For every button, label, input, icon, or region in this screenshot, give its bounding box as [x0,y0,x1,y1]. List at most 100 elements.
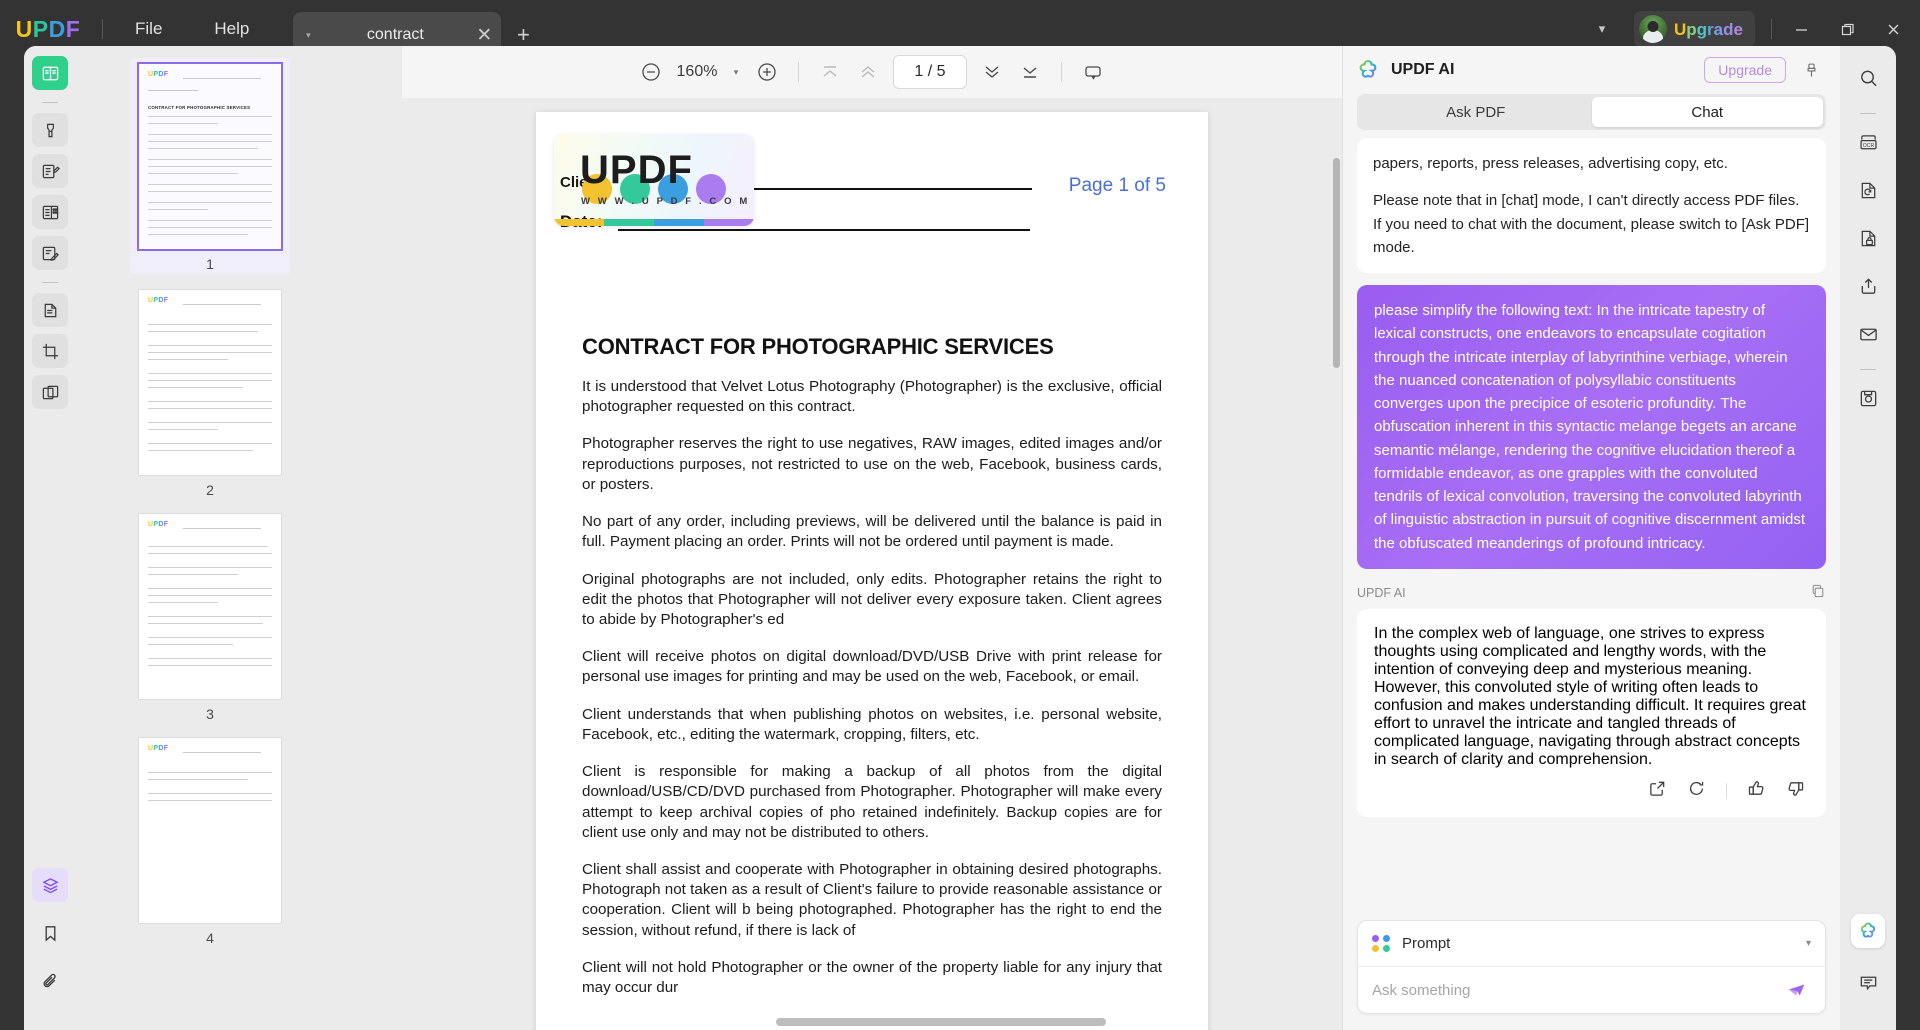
thumbnail-preview: UPDF CONTRACT FOR PHOTOGRAPHIC SERVICES [139,64,281,249]
tab-chat[interactable]: Chat [1592,97,1824,127]
sidebar-item-reader[interactable] [32,56,68,90]
ai-upgrade-button[interactable]: Upgrade [1704,57,1786,83]
toolbar-divider [798,62,799,82]
vertical-scrollbar[interactable] [1333,158,1340,878]
document-paragraph: Client is responsible for making a backu… [582,762,1162,843]
rail-ocr[interactable]: OCR [1849,124,1887,160]
chevron-down-icon[interactable]: ▾ [1806,938,1811,949]
rail-divider-2 [42,282,58,283]
thumbnail-logo: UPDF [148,745,168,752]
ai-mode-tabs: Ask PDF Chat [1357,94,1826,130]
first-page-button[interactable] [811,53,849,91]
thumbs-down-icon[interactable] [1786,779,1805,803]
page-indicator[interactable]: 1 / 5 [893,55,967,89]
logo-letter-d: D [49,16,66,42]
document-paragraph: Client will not hold Photographer or the… [582,958,1162,998]
rail-email[interactable] [1849,316,1887,352]
prompt-label: Prompt [1402,935,1450,952]
document-paragraph: Client will receive photos on digital do… [582,647,1162,687]
next-page-button[interactable] [973,53,1011,91]
ai-conversation[interactable]: papers, reports, press releases, adverti… [1343,136,1840,920]
toolbar-divider-2 [1061,62,1062,82]
rail-protect[interactable] [1849,220,1887,256]
sidebar-item-page-edit[interactable] [32,195,68,229]
logo-letter-u: U [16,16,33,42]
ai-response-card: In the complex web of language, one stri… [1357,609,1826,817]
sidebar-item-attachments[interactable] [32,964,68,998]
sidebar-item-edit-pdf[interactable] [32,154,68,188]
prev-page-button[interactable] [849,53,887,91]
thumbnail-logo: UPDF [148,521,168,528]
sidebar-item-compare[interactable] [32,375,68,409]
left-rail-bottom [24,868,76,1012]
external-link-icon[interactable] [1648,779,1667,803]
thumbnail-pane[interactable]: UPDF CONTRACT FOR PHOTOGRAPHIC SERVICES … [76,46,402,1030]
zoom-out-button[interactable] [632,53,670,91]
chevron-down-icon[interactable]: ▾ [724,55,748,89]
actions-divider [1726,783,1727,799]
ai-panel: UPDF AI Upgrade Ask PDF Chat papers, rep… [1342,46,1840,1030]
ai-panel-header: UPDF AI Upgrade [1343,46,1840,94]
svg-text:OCR: OCR [1862,142,1874,148]
ai-response-actions [1374,769,1809,809]
thumbnail-logo: UPDF [148,297,168,304]
thumbnail-page-4[interactable]: UPDF 4 [130,738,290,946]
sidebar-item-bookmarks[interactable] [32,916,68,950]
rail-convert[interactable] [1849,172,1887,208]
updf-window: UPDF File Help ▾ contract ✕ + ▾ Upgrade [0,0,1920,1030]
document-paragraph: Original photographs are not included, o… [582,570,1162,631]
rail-comments[interactable] [1849,964,1887,1000]
horizontal-scrollbar[interactable] [776,1018,1342,1026]
ask-input[interactable] [1372,982,1783,999]
last-page-button[interactable] [1011,53,1049,91]
logo-letter-p: P [33,16,49,42]
sidebar-item-comment[interactable] [32,113,68,147]
page-canvas[interactable]: Client: Page 1 of 5 UPDF W W W . U P D F… [402,98,1342,1030]
thumbnail-preview: UPDF [139,738,281,923]
rail-save[interactable] [1849,380,1887,416]
pin-icon[interactable] [1796,62,1826,79]
close-icon[interactable]: ✕ [467,24,501,47]
sidebar-item-layers[interactable] [32,868,68,902]
ask-row [1358,967,1825,1013]
zoom-in-button[interactable] [748,53,786,91]
thumbnail-page-1[interactable]: UPDF CONTRACT FOR PHOTOGRAPHIC SERVICES … [130,58,290,274]
scrollbar-thumb[interactable] [1333,158,1340,368]
user-message: please simplify the following text: In t… [1357,285,1826,569]
scrollbar-thumb[interactable] [776,1018,1106,1026]
thumbnail-preview: UPDF [139,514,281,699]
watermark-url: W W W . U P D F . C O M [581,196,750,207]
chevron-down-icon[interactable]: ▾ [293,30,323,41]
sidebar-item-crop[interactable] [32,334,68,368]
document-page-of: Page 1 of 5 [1069,175,1166,197]
zoom-level[interactable]: 160% [670,63,724,81]
ai-clover-icon [1355,57,1381,83]
avatar[interactable] [1639,15,1667,43]
send-icon[interactable] [1783,976,1811,1004]
thumbnail-page-2[interactable]: UPDF 2 [130,290,290,498]
refresh-icon[interactable] [1687,779,1706,803]
rail-share[interactable] [1849,268,1887,304]
document-paragraph: It is understood that Velvet Lotus Photo… [582,377,1162,417]
ai-response-text: In the complex web of language, one stri… [1374,625,1809,769]
thumbnail-page-3[interactable]: UPDF 3 [130,514,290,722]
rail-ai-assistant[interactable] [1851,914,1885,948]
tab-ask-pdf[interactable]: Ask PDF [1360,97,1592,127]
titlebar-divider [102,19,103,39]
prompt-selector[interactable]: Prompt ▾ [1358,921,1825,967]
copy-icon[interactable] [1810,583,1826,604]
watermark-letters: UPDF [580,148,693,193]
page-layout-button[interactable] [1074,53,1112,91]
thumbnail-logo: UPDF [148,71,168,78]
ai-panel-title: UPDF AI [1391,61,1454,79]
document-tab-title: contract [323,26,467,44]
thumbs-up-icon[interactable] [1747,779,1766,803]
sidebar-item-form[interactable] [32,236,68,270]
titlebar-divider-2 [1771,19,1772,39]
sidebar-item-convert[interactable] [32,293,68,327]
rail-search[interactable] [1849,60,1887,96]
upgrade-button[interactable]: Upgrade [1634,11,1755,47]
ai-clover-icon [1857,920,1879,942]
document-paragraph: No part of any order, including previews… [582,512,1162,552]
document-paragraph: Client shall assist and cooperate with P… [582,860,1162,941]
